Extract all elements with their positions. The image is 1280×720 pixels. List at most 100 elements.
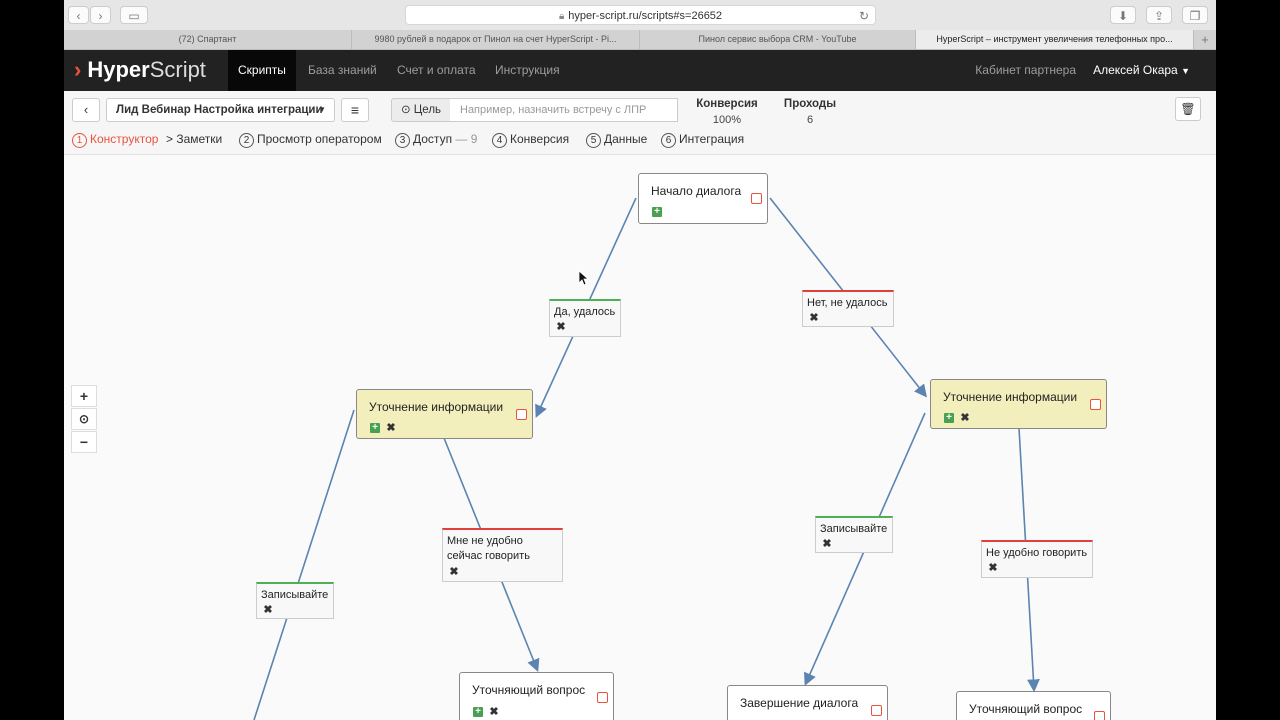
- menu-button[interactable]: ≡: [341, 98, 369, 122]
- new-tab-icon[interactable]: +: [1194, 30, 1216, 49]
- add-icon[interactable]: +: [473, 707, 483, 717]
- nav-instructions[interactable]: Инструкция: [495, 50, 560, 91]
- browser-toolbar: ‹ › ▭ 🔒︎ hyper-script.ru/scripts#s=26652 …: [64, 0, 1216, 31]
- back-button[interactable]: ‹: [72, 98, 100, 122]
- user-menu[interactable]: Алексей Окара ▼: [1093, 50, 1190, 92]
- step-number: 5: [586, 133, 601, 148]
- back-arrow-icon[interactable]: ‹: [68, 6, 89, 24]
- step-integration[interactable]: 6 Интеграция: [661, 132, 744, 148]
- step-number: 1: [72, 133, 87, 148]
- edge-label-text: Нет, не удалось: [807, 297, 888, 309]
- step-separator: >: [166, 132, 174, 146]
- tabs-overview-icon[interactable]: ❐: [1182, 6, 1208, 24]
- delete-icon[interactable]: ✖: [449, 567, 459, 578]
- node-finish[interactable]: Завершение диалога: [727, 685, 888, 720]
- browser-tab[interactable]: 9980 рублей в подарок от Пинол на счет H…: [352, 30, 640, 49]
- edge-label-record-left[interactable]: Записывайте ✖: [256, 582, 334, 619]
- node-checkbox[interactable]: [597, 692, 608, 703]
- step-data[interactable]: 5 Данные: [586, 132, 647, 148]
- zoom-in-button[interactable]: +: [71, 385, 97, 407]
- logo-hyper: Hyper: [87, 57, 150, 82]
- logo-chevron-icon: ›: [74, 57, 82, 82]
- script-select[interactable]: Лид Вебинар Настройка интеграции ▼: [106, 98, 335, 122]
- node-info-right[interactable]: Уточнение информации + ✖: [930, 379, 1107, 429]
- goal-input[interactable]: Например, назначить встречу с ЛПР: [450, 98, 678, 122]
- delete-button[interactable]: 🗑︎: [1175, 97, 1201, 121]
- step-conversion[interactable]: 4 Конверсия: [492, 132, 569, 148]
- node-question-right[interactable]: Уточняющий вопрос: [956, 691, 1111, 720]
- step-number: 6: [661, 133, 676, 148]
- node-checkbox[interactable]: [1090, 399, 1101, 410]
- chevron-left-icon: ‹: [83, 102, 89, 117]
- script-toolbar: ‹ Лид Вебинар Настройка интеграции ▼ ≡ ⊙ …: [64, 91, 1216, 155]
- conversion-value: 100%: [712, 114, 742, 126]
- delete-icon[interactable]: ✖: [822, 539, 832, 550]
- edge-label-yes[interactable]: Да, удалось ✖: [549, 299, 621, 337]
- user-name: Алексей Окара: [1093, 63, 1178, 77]
- step-label: Конверсия: [510, 132, 570, 146]
- delete-icon[interactable]: ✖: [960, 413, 970, 424]
- browser-tab[interactable]: Пинол сервис выбора CRM - YouTube: [640, 30, 916, 49]
- delete-icon[interactable]: ✖: [489, 707, 499, 718]
- partner-cabinet-link[interactable]: Кабинет партнера: [975, 50, 1076, 91]
- node-checkbox[interactable]: [516, 409, 527, 420]
- add-icon[interactable]: +: [944, 413, 954, 423]
- edge-label-inconvenient-left[interactable]: Мне не удобно сейчас говорить ✖: [442, 528, 563, 582]
- node-start[interactable]: Начало диалога +: [638, 173, 768, 224]
- hamburger-icon: ≡: [350, 102, 360, 118]
- delete-icon[interactable]: ✖: [556, 322, 566, 333]
- step-constructor[interactable]: 1 Конструктор: [72, 132, 158, 148]
- goal-button[interactable]: ⊙ Цель: [391, 98, 451, 122]
- url-text: hyper-script.ru/scripts#s=26652: [568, 10, 723, 22]
- step-label: Доступ: [413, 132, 453, 146]
- address-bar[interactable]: 🔒︎ hyper-script.ru/scripts#s=26652 ↻: [405, 5, 876, 25]
- passes-label: Проходы: [783, 98, 837, 110]
- conversion-label: Конверсия: [696, 98, 758, 110]
- forward-arrow-icon[interactable]: ›: [90, 6, 111, 24]
- edge-label-line: сейчас говорить: [447, 550, 530, 562]
- step-notes[interactable]: > Заметки: [166, 132, 222, 146]
- sidebar-toggle-icon[interactable]: ▭: [120, 6, 148, 24]
- step-operator-view[interactable]: 2 Просмотр оператором: [239, 132, 382, 148]
- share-icon[interactable]: ⇪: [1146, 6, 1172, 24]
- edge-label-text: Записывайте: [820, 523, 888, 535]
- lock-icon: 🔒︎: [558, 11, 565, 22]
- add-icon[interactable]: +: [652, 207, 662, 217]
- logo[interactable]: › HyperScript: [74, 57, 206, 83]
- edge-label-inconvenient-right[interactable]: Не удобно говорить ✖: [981, 540, 1093, 578]
- nav-scripts[interactable]: Скрипты: [228, 50, 296, 91]
- edge-left-record: [253, 409, 355, 720]
- delete-icon[interactable]: ✖: [263, 605, 273, 616]
- mouse-cursor-icon: [578, 270, 590, 286]
- browser-tab[interactable]: (72) Спартант: [64, 30, 352, 49]
- graph-edges: [253, 197, 1040, 720]
- reload-icon[interactable]: ↻: [859, 6, 869, 26]
- edge-label-record-right[interactable]: Записывайте ✖: [815, 516, 893, 553]
- delete-icon[interactable]: ✖: [809, 313, 819, 324]
- add-icon[interactable]: +: [370, 423, 380, 433]
- browser-tab-active[interactable]: HyperScript – инструмент увеличения теле…: [916, 30, 1194, 49]
- zoom-center-button[interactable]: ⊙: [71, 408, 97, 430]
- node-checkbox[interactable]: [871, 705, 882, 716]
- node-title: Уточнение информации: [943, 390, 1078, 404]
- graph-canvas[interactable]: Начало диалога + Уточнение информации + …: [64, 155, 1216, 720]
- node-checkbox[interactable]: [1094, 711, 1105, 720]
- downloads-icon[interactable]: ⬇: [1110, 6, 1136, 24]
- delete-icon[interactable]: ✖: [988, 563, 998, 574]
- node-info-left[interactable]: Уточнение информации + ✖: [356, 389, 533, 439]
- delete-icon[interactable]: ✖: [386, 423, 396, 434]
- edge-label-line: Мне не удобно: [447, 535, 523, 547]
- goal-label: Цель: [413, 104, 442, 116]
- step-access[interactable]: 3 Доступ — 9: [395, 132, 477, 148]
- app-navbar: › HyperScript Скрипты База знаний Счет и …: [64, 50, 1216, 91]
- node-title: Уточняющий вопрос: [472, 683, 586, 697]
- edge-label-text: Записывайте: [261, 589, 329, 601]
- node-title: Уточнение информации: [369, 400, 504, 414]
- zoom-out-button[interactable]: −: [71, 431, 97, 453]
- node-checkbox[interactable]: [751, 193, 762, 204]
- nav-billing[interactable]: Счет и оплата: [397, 50, 476, 91]
- node-question-left[interactable]: Уточняющий вопрос + ✖: [459, 672, 614, 720]
- nav-knowledge-base[interactable]: База знаний: [308, 50, 377, 91]
- step-label: Заметки: [176, 132, 223, 146]
- edge-label-no[interactable]: Нет, не удалось ✖: [802, 290, 894, 327]
